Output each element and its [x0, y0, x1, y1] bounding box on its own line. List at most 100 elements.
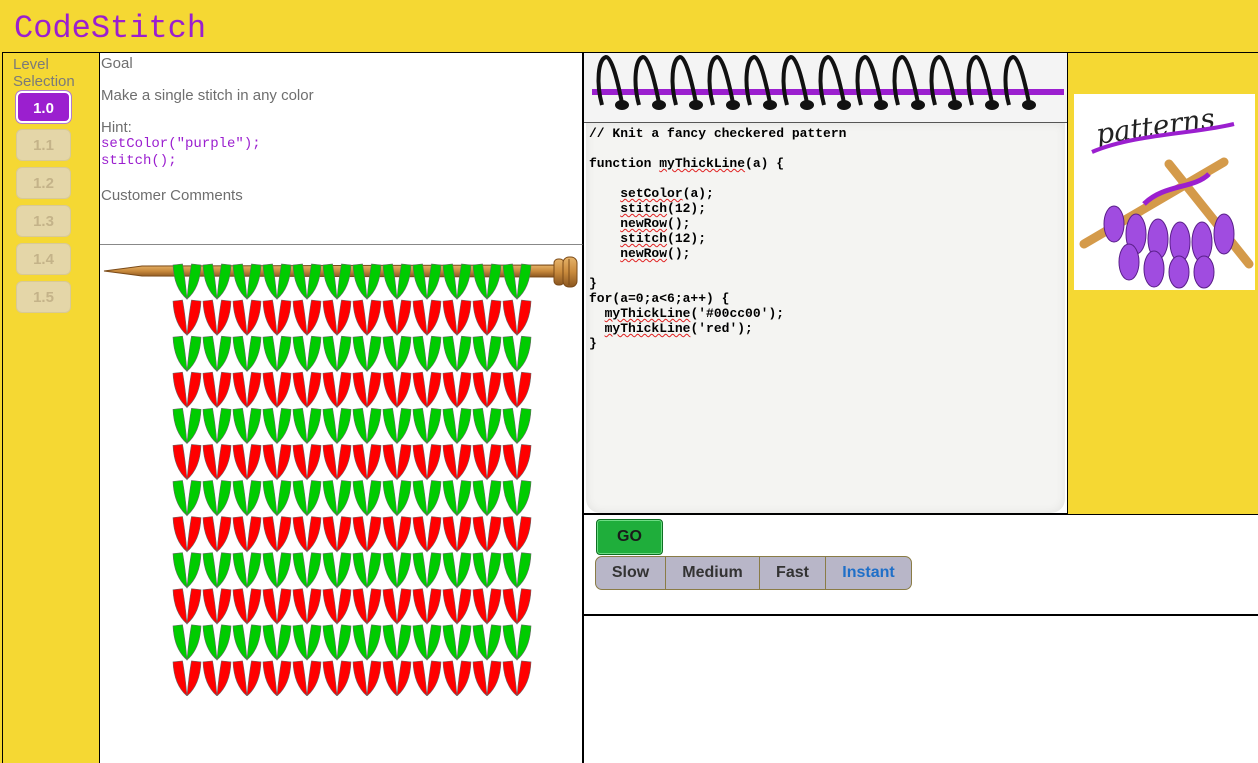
spiral-hole — [800, 100, 814, 110]
stitch — [472, 263, 502, 300]
stitch — [412, 444, 442, 481]
stitch — [322, 480, 352, 517]
stitch — [292, 516, 322, 553]
stitch — [292, 371, 322, 409]
patterns-panel: patterns — [1068, 52, 1258, 514]
stitch — [232, 263, 262, 300]
spiral-hole — [985, 100, 999, 110]
knitted-swatch — [172, 263, 532, 696]
stitch — [322, 516, 352, 553]
stitch — [382, 624, 412, 661]
spiral-ring — [744, 54, 772, 106]
spiral-ring — [670, 54, 698, 106]
stitch — [232, 371, 262, 409]
code-line: } — [589, 336, 597, 351]
go-button[interactable]: GO — [596, 519, 663, 555]
stitch — [202, 371, 232, 409]
stitch — [472, 480, 502, 517]
stitch — [172, 408, 202, 445]
spiral-ring — [892, 54, 920, 106]
stitch — [382, 516, 412, 553]
level-button-1-4[interactable]: 1.4 — [16, 243, 71, 275]
code-line: // Knit a fancy checkered pattern — [589, 126, 847, 141]
code-line: setColor(a); — [620, 186, 714, 201]
spiral-hole — [726, 100, 740, 110]
code-line: stitch(12); — [620, 231, 707, 246]
output-console[interactable] — [583, 616, 1258, 763]
stitch — [412, 480, 442, 517]
spiral-ring — [707, 54, 735, 106]
stitch — [202, 335, 232, 372]
stitch — [502, 444, 532, 481]
stitch — [442, 299, 472, 336]
level-button-1-0[interactable]: 1.0 — [16, 91, 71, 123]
stitch — [322, 335, 352, 372]
stitch — [412, 263, 442, 300]
code-line: myThickLine('#00cc00'); — [604, 306, 785, 321]
code-editor[interactable]: // Knit a fancy checkered pattern functi… — [586, 123, 1065, 513]
hint-code-line-2: stitch(); — [101, 153, 177, 169]
stitch — [292, 552, 322, 589]
stitch — [412, 588, 442, 625]
stitch — [412, 660, 442, 696]
stitch — [412, 624, 442, 661]
speed-slow-button[interactable]: Slow — [596, 557, 666, 589]
stitch — [382, 444, 412, 481]
stitch — [502, 263, 532, 300]
stitch — [292, 299, 322, 336]
stitch — [172, 371, 202, 409]
stitch — [382, 263, 412, 300]
code-editor-text[interactable]: // Knit a fancy checkered pattern functi… — [589, 126, 846, 351]
level-button-1-3[interactable]: 1.3 — [16, 205, 71, 237]
level-button-1-5[interactable]: 1.5 — [16, 281, 71, 313]
stitch — [502, 624, 532, 661]
stitch — [472, 335, 502, 372]
goal-heading: Goal — [101, 55, 133, 72]
stitch — [292, 263, 322, 300]
speed-instant-button[interactable]: Instant — [826, 557, 911, 589]
stitch — [502, 299, 532, 336]
stitch — [412, 335, 442, 372]
stitch — [442, 516, 472, 553]
stitch — [442, 371, 472, 409]
stitch — [502, 588, 532, 625]
code-line: myThickLine('red'); — [604, 321, 753, 336]
speed-medium-button[interactable]: Medium — [666, 557, 760, 589]
run-controls: GO Slow Medium Fast Instant — [583, 514, 1258, 616]
stitch — [292, 588, 322, 625]
stitch — [262, 480, 292, 517]
stitch — [382, 371, 412, 409]
stitch — [202, 480, 232, 517]
stitch — [262, 624, 292, 661]
stitch — [262, 299, 292, 336]
stitch — [472, 371, 502, 409]
stitch — [472, 624, 502, 661]
level-button-1-2[interactable]: 1.2 — [16, 167, 71, 199]
speed-fast-button[interactable]: Fast — [760, 557, 826, 589]
stitch — [352, 624, 382, 661]
spiral-ring — [781, 54, 809, 106]
stitch — [202, 516, 232, 553]
stitch — [232, 299, 262, 336]
stitch — [322, 588, 352, 625]
stitch — [472, 299, 502, 336]
stitch — [172, 624, 202, 661]
stitch — [172, 444, 202, 481]
stitch — [292, 660, 322, 696]
patterns-button[interactable]: patterns — [1074, 94, 1255, 290]
stitch — [262, 660, 292, 696]
stitch — [382, 588, 412, 625]
stitch — [382, 552, 412, 589]
level-button-1-1[interactable]: 1.1 — [16, 129, 71, 161]
code-line: newRow(); — [620, 216, 691, 231]
stitch — [232, 444, 262, 481]
spiral-hole — [652, 100, 666, 110]
stitch — [472, 660, 502, 696]
stitch — [232, 588, 262, 625]
code-line: function myThickLine(a) { — [589, 156, 785, 171]
notebook-spiral-binding — [584, 53, 1067, 123]
stitch — [412, 516, 442, 553]
